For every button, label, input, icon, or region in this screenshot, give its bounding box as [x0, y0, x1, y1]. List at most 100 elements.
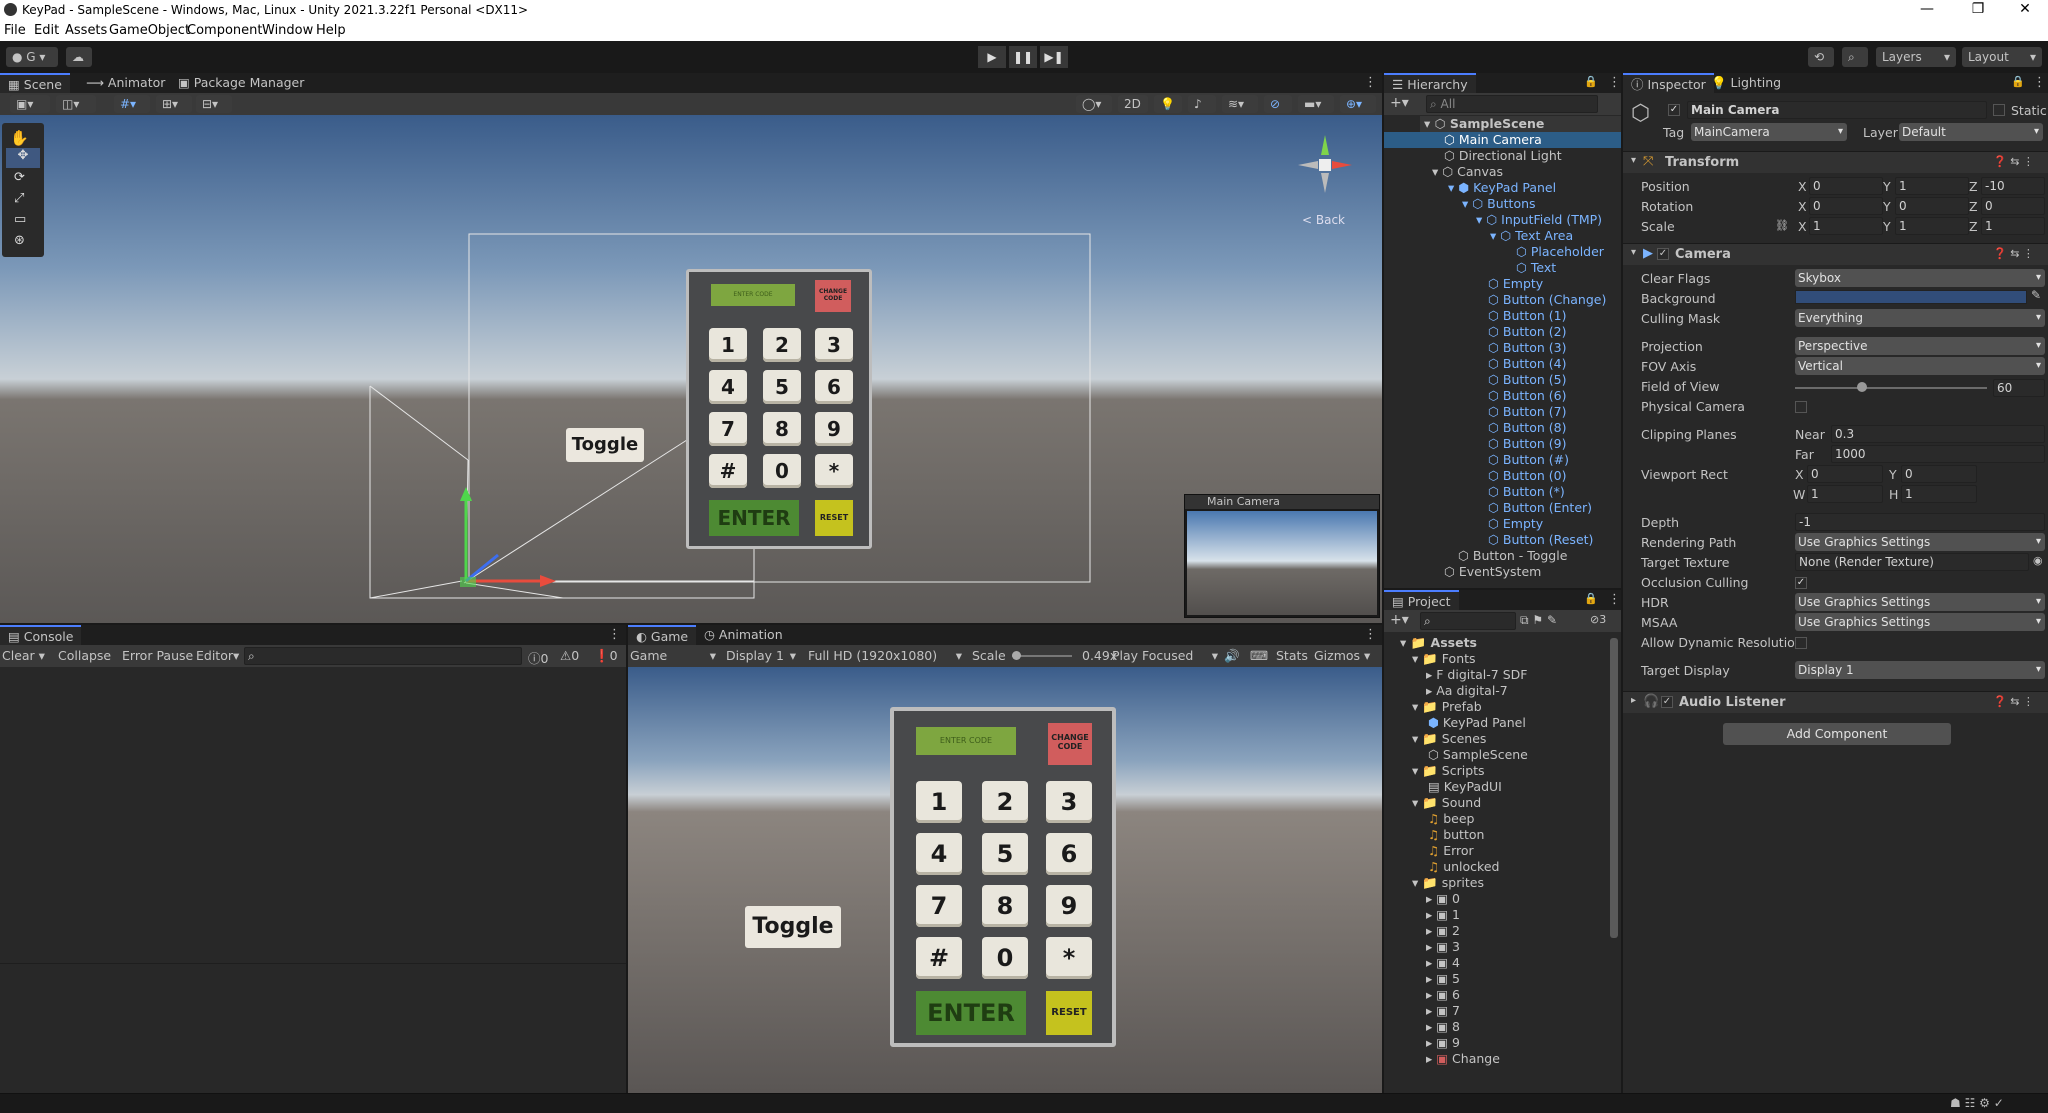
tree-item-button-4[interactable]: ⬡ Button (4): [1488, 356, 1566, 371]
target-display-dropdown[interactable]: Display 1: [1795, 661, 2045, 679]
game-key-hash[interactable]: #: [916, 937, 962, 979]
audio-toggle-icon[interactable]: ♪: [1188, 95, 1216, 113]
game-key-1[interactable]: 1: [916, 781, 962, 823]
tab-scene[interactable]: ▦ Scene: [0, 73, 70, 93]
project-create-dropdown[interactable]: +▾: [1390, 612, 1409, 628]
menu-edit[interactable]: Edit: [34, 23, 59, 38]
fov-axis-dropdown[interactable]: Vertical: [1795, 357, 2045, 375]
tree-item-text[interactable]: ⬡ Text: [1516, 260, 1556, 275]
tab-project[interactable]: ▤ Project: [1384, 590, 1459, 610]
mute-audio-icon[interactable]: 🔊: [1224, 648, 1240, 664]
project-item-sprite-6[interactable]: ▸ ▣ 6: [1426, 987, 1460, 1002]
inspector-menu-icon[interactable]: ⋮: [2033, 75, 2046, 90]
project-item-keypadui[interactable]: ▤ KeyPadUI: [1428, 779, 1502, 794]
scale-slider[interactable]: [1012, 655, 1072, 657]
game-toggle-button[interactable]: Toggle: [745, 906, 841, 948]
project-item-unlocked[interactable]: ♫ unlocked: [1428, 859, 1499, 874]
tree-item-canvas[interactable]: ▾ ⬡ Canvas: [1432, 164, 1503, 179]
warning-count[interactable]: ⚠0: [560, 648, 579, 663]
tree-item-main-camera[interactable]: ⬡ Main Camera: [1384, 132, 1621, 148]
scale-y-field[interactable]: 1: [1895, 217, 1969, 235]
info-count[interactable]: ⓘ0: [528, 648, 548, 667]
add-component-button[interactable]: Add Component: [1723, 723, 1951, 745]
viewport-y-field[interactable]: 0: [1901, 465, 1977, 483]
rotation-y-field[interactable]: 0: [1895, 197, 1969, 215]
scale-x-field[interactable]: 1: [1809, 217, 1883, 235]
play-focused-dropdown[interactable]: Play Focused ▾: [1112, 648, 1218, 663]
fov-field[interactable]: 60: [1993, 379, 2045, 397]
project-item-sprite-2[interactable]: ▸ ▣ 2: [1426, 923, 1460, 938]
layer-dropdown[interactable]: Default: [1899, 123, 2043, 141]
occlusion-culling-checkbox[interactable]: ✓: [1795, 577, 1807, 589]
rotation-x-field[interactable]: 0: [1809, 197, 1883, 215]
menu-file[interactable]: File: [4, 23, 26, 38]
tree-item-button-reset[interactable]: ⬡ Button (Reset): [1488, 532, 1593, 547]
tree-item-button-toggle[interactable]: ⬡ Button - Toggle: [1458, 548, 1567, 563]
tree-item-inputfield[interactable]: ▾ ⬡ InputField (TMP): [1476, 212, 1602, 227]
panel-menu-icon[interactable]: ⋮: [1364, 75, 1377, 90]
tree-item-button-1[interactable]: ⬡ Button (1): [1488, 308, 1566, 323]
create-dropdown[interactable]: +▾: [1390, 95, 1409, 111]
project-item-assets[interactable]: ▾ 📁 Assets: [1400, 635, 1477, 651]
tree-item-button-7[interactable]: ⬡ Button (7): [1488, 404, 1566, 419]
eyedropper-icon[interactable]: ✎: [2031, 288, 2041, 302]
game-keypad[interactable]: ENTER CODE CHANGE CODE 1 2 3 4 5 6 7 8 9…: [890, 707, 1116, 1047]
account-dropdown[interactable]: ● G ▾: [6, 47, 58, 67]
editor-dropdown[interactable]: Editor▾: [196, 648, 239, 663]
cloud-icon[interactable]: ☁: [66, 47, 92, 67]
dynamic-resolution-checkbox[interactable]: [1795, 637, 1807, 649]
target-texture-field[interactable]: None (Render Texture): [1795, 553, 2029, 571]
camera-dropdown[interactable]: ▬▾: [1298, 95, 1334, 113]
project-item-sprite-0[interactable]: ▸ ▣ 0: [1426, 891, 1460, 906]
background-color-swatch[interactable]: [1795, 290, 2027, 304]
fov-slider-track[interactable]: [1795, 387, 1987, 389]
physical-camera-checkbox[interactable]: [1795, 401, 1807, 413]
tree-item-empty-2[interactable]: ⬡ Empty: [1488, 516, 1543, 531]
viewport-x-field[interactable]: 0: [1807, 465, 1883, 483]
tab-game[interactable]: ◐ Game: [628, 625, 697, 645]
menu-gameobject[interactable]: GameObject: [109, 23, 190, 38]
project-item-sprite-5[interactable]: ▸ ▣ 5: [1426, 971, 1460, 986]
play-button[interactable]: ▶: [978, 46, 1006, 68]
menu-assets[interactable]: Assets: [65, 23, 107, 38]
menu-window[interactable]: Window: [262, 23, 313, 38]
game-reset-button[interactable]: RESET: [1046, 991, 1092, 1035]
project-item-sprite-7[interactable]: ▸ ▣ 7: [1426, 1003, 1460, 1018]
clear-button[interactable]: Clear ▾: [2, 648, 45, 663]
game-key-0[interactable]: 0: [982, 937, 1028, 979]
tree-item-button-2[interactable]: ⬡ Button (2): [1488, 324, 1566, 339]
keyboard-icon[interactable]: ⌨: [1250, 648, 1268, 663]
project-search-input[interactable]: ⌕: [1420, 612, 1516, 630]
tab-console[interactable]: ▤ Console: [0, 625, 82, 645]
project-item-digital7-sdf[interactable]: ▸ F digital-7 SDF: [1426, 667, 1527, 682]
render-mode-icon[interactable]: ◯▾: [1076, 95, 1112, 113]
project-item-samplescene[interactable]: ⬡ SampleScene: [1428, 747, 1528, 762]
inspector-lock-icon[interactable]: 🔒: [2011, 75, 2025, 88]
project-item-button[interactable]: ♫ button: [1428, 827, 1484, 842]
audio-listener-header[interactable]: ▸ 🎧 ✓ Audio Listener ❓ ⇆ ⋮: [1623, 691, 2048, 713]
project-menu-icon[interactable]: ⋮: [1608, 592, 1621, 607]
scale-z-field[interactable]: 1: [1981, 217, 2045, 235]
tree-item-button-8[interactable]: ⬡ Button (8): [1488, 420, 1566, 435]
transform-header[interactable]: ▾ ⤧ Transform ❓ ⇆ ⋮: [1623, 151, 2048, 173]
draw-mode-dropdown[interactable]: ▣▾: [10, 95, 50, 113]
project-item-sprite-1[interactable]: ▸ ▣ 1: [1426, 907, 1460, 922]
scene-keypad[interactable]: ENTER CODE CHANGE CODE 1 2 3 4 5 6 7 8 9…: [686, 269, 872, 549]
game-key-7[interactable]: 7: [916, 885, 962, 927]
game-key-3[interactable]: 3: [1046, 781, 1092, 823]
resolution-dropdown[interactable]: Full HD (1920x1080) ▾: [808, 648, 962, 663]
position-x-field[interactable]: 0: [1809, 177, 1883, 195]
tree-item-text-area[interactable]: ▾ ⬡ Text Area: [1490, 228, 1573, 243]
tree-item-keypad-panel[interactable]: ▾ ⬢ KeyPad Panel: [1448, 180, 1556, 195]
status-icons[interactable]: ☗ ☷ ⚙ ✓: [1950, 1096, 2004, 1110]
tag-dropdown[interactable]: MainCamera: [1691, 123, 1847, 141]
culling-mask-dropdown[interactable]: Everything: [1795, 309, 2045, 327]
stats-button[interactable]: Stats: [1276, 648, 1308, 663]
game-key-4[interactable]: 4: [916, 833, 962, 875]
project-item-sprite-3[interactable]: ▸ ▣ 3: [1426, 939, 1460, 954]
maximize-button[interactable]: ❐: [1955, 0, 2001, 20]
transform-help-icon[interactable]: ❓ ⇆ ⋮: [1993, 155, 2034, 168]
hdr-dropdown[interactable]: Use Graphics Settings: [1795, 593, 2045, 611]
msaa-dropdown[interactable]: Use Graphics Settings: [1795, 613, 2045, 631]
game-keypad-display[interactable]: ENTER CODE: [916, 727, 1016, 755]
